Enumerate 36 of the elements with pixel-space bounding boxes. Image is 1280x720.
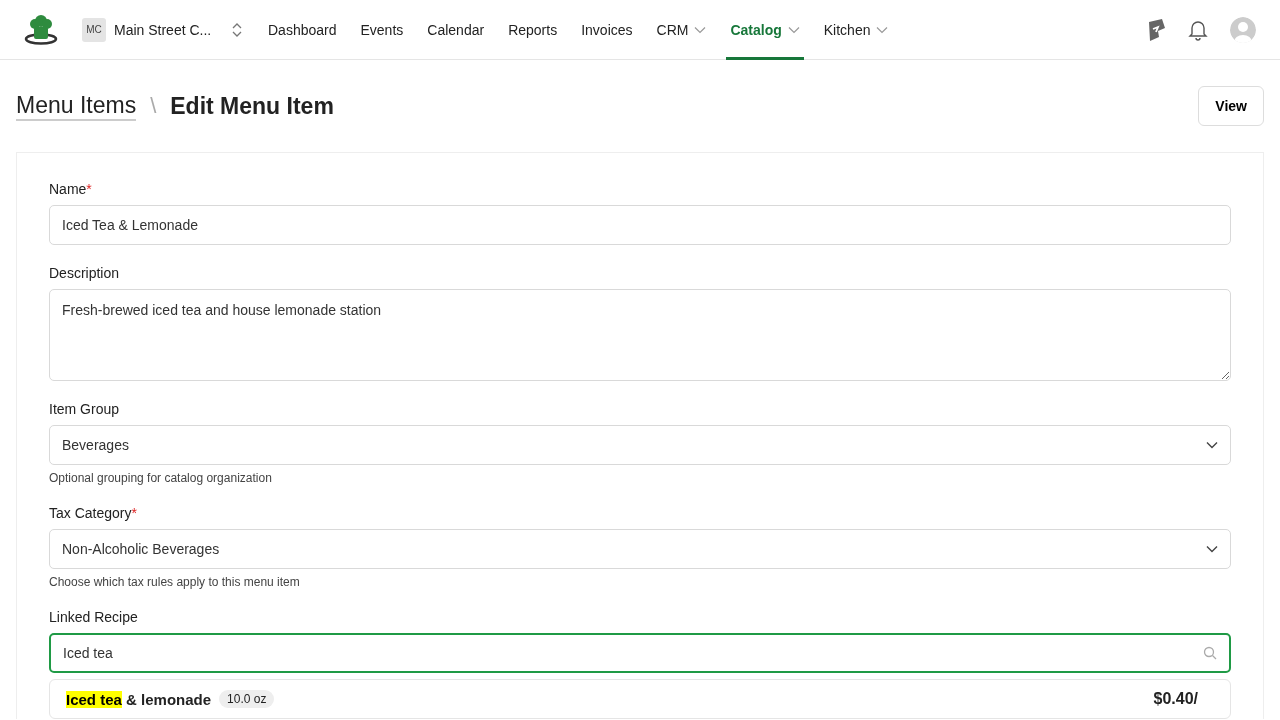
nav-link[interactable]: Catalog xyxy=(726,0,804,60)
nav-link[interactable]: CRM xyxy=(652,0,711,60)
size-tag: 10.0 oz xyxy=(219,690,275,708)
chevron-up-down-icon[interactable] xyxy=(232,21,242,38)
org-avatar: MC xyxy=(82,17,106,42)
nav-link[interactable]: Calendar xyxy=(423,0,489,60)
field-hint: Choose which tax rules apply to this menu item xyxy=(49,575,301,589)
search-field[interactable]: Iced tea xyxy=(49,633,1231,673)
breadcrumb-link[interactable]: Menu Items xyxy=(16,91,137,121)
view-button[interactable]: View xyxy=(1198,86,1264,126)
text-input[interactable]: Iced Tea & Lemonade xyxy=(49,205,1231,245)
nav-link[interactable]: Kitchen xyxy=(819,0,893,60)
nav-link[interactable]: Dashboard xyxy=(264,0,341,60)
result-price: $0.40/ xyxy=(1153,690,1198,708)
chef-hat-logo-icon[interactable] xyxy=(24,14,58,45)
field-label: Tax Category* xyxy=(49,505,138,521)
org-name[interactable]: Main Street C... xyxy=(114,21,232,38)
search-icon xyxy=(1203,646,1217,660)
chevron-down-icon xyxy=(1206,441,1218,449)
field-label: Description xyxy=(49,265,121,281)
field-label: Linked Recipe xyxy=(49,609,139,625)
field-hint: Optional grouping for catalog organization xyxy=(49,471,273,485)
nav-link[interactable]: Reports xyxy=(504,0,562,60)
field-label: Name* xyxy=(49,181,93,197)
chevron-down-icon xyxy=(1206,545,1218,553)
nav-link[interactable]: Events xyxy=(356,0,408,60)
result-name[interactable]: Iced tea & lemonade xyxy=(66,690,212,708)
description-textarea[interactable]: Fresh-brewed iced tea and house lemonade station xyxy=(49,289,1231,381)
field-label: Item Group xyxy=(49,401,121,417)
nav-link[interactable]: Invoices xyxy=(577,0,637,60)
select-dropdown[interactable]: Beverages xyxy=(49,425,1231,465)
page-title: Edit Menu Item xyxy=(170,92,334,120)
flag-icon[interactable] xyxy=(1146,17,1166,42)
breadcrumb-separator: \ xyxy=(150,93,157,119)
select-dropdown[interactable]: Non-Alcoholic Beverages xyxy=(49,529,1231,569)
notification-bell-icon[interactable] xyxy=(1188,18,1208,41)
